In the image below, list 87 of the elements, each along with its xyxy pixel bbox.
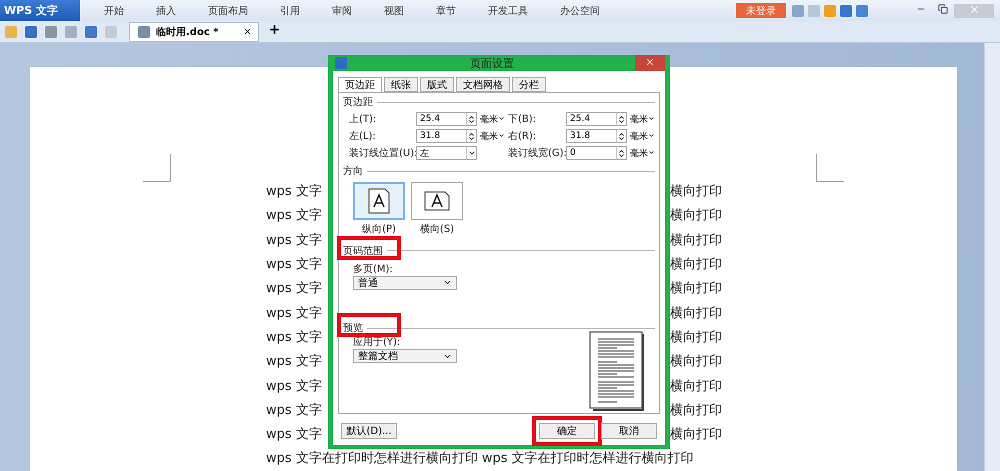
menu-item[interactable]: 章节 <box>422 4 470 18</box>
dialog-tab[interactable]: 版式 <box>420 77 454 92</box>
menu-item[interactable]: 开始 <box>90 4 138 18</box>
orientation-label: 横向(S) <box>420 222 454 236</box>
document-text: 横向打印 <box>670 378 722 395</box>
field-label: 装订线位置(U): <box>349 146 416 160</box>
close-icon[interactable] <box>243 27 252 36</box>
select-field[interactable]: 整篇文档 <box>353 349 457 363</box>
document-text: wps 文字 <box>266 256 322 274</box>
menu-item[interactable]: 审阅 <box>318 4 366 18</box>
select-field[interactable]: 普通 <box>353 276 457 290</box>
document-text: wps 文字 <box>266 280 322 298</box>
document-text: wps 文字 <box>266 353 322 370</box>
section-title: 方向 <box>343 164 363 178</box>
unit-dropdown[interactable]: 毫米 <box>477 130 508 142</box>
document-text: 横向打印 <box>670 328 722 346</box>
menu-item[interactable]: 插入 <box>142 4 190 18</box>
ok-button[interactable]: 确定 <box>539 423 595 439</box>
dialog-tab[interactable]: 文档网格 <box>456 77 510 92</box>
document-text: wps 文字 <box>266 304 322 322</box>
orientation-button[interactable] <box>353 182 405 220</box>
document-text: wps 文字 <box>266 207 322 224</box>
close-icon <box>645 56 655 66</box>
plus-icon[interactable] <box>268 23 280 36</box>
unit-dropdown[interactable]: 毫米 <box>627 112 655 126</box>
document-text: wps 文字 <box>266 378 322 395</box>
spin-field[interactable]: 0 <box>566 146 627 160</box>
spinner-arrows-icon[interactable] <box>617 148 626 158</box>
app-menu-button[interactable]: WPS 文字 <box>0 0 80 21</box>
menu-item[interactable]: 视图 <box>370 4 418 18</box>
select-field[interactable]: 左 <box>416 146 477 160</box>
dialog-tab[interactable]: 分栏 <box>512 77 546 92</box>
section-title: 预览 <box>343 322 363 335</box>
document-tab[interactable]: 临时用.doc * <box>129 22 259 42</box>
spin-field[interactable]: 31.8 <box>566 129 627 143</box>
document-text: 横向打印 <box>670 207 722 224</box>
unit-dropdown[interactable]: 毫米 <box>477 112 508 126</box>
close-icon <box>968 4 980 14</box>
menu-item[interactable]: 引用 <box>266 4 314 18</box>
menu-item[interactable]: 开发工具 <box>474 4 542 18</box>
spin-field[interactable]: 25.4 <box>416 112 477 126</box>
spin-field[interactable]: 25.4 <box>566 112 627 126</box>
margin-corner-mark <box>816 154 844 182</box>
spinner-arrows-icon[interactable] <box>617 114 626 124</box>
unit-dropdown[interactable]: 毫米 <box>627 146 655 160</box>
field-label: 多页(M): <box>352 262 394 276</box>
document-text: wps 文字 <box>266 328 322 346</box>
field-label: 装订线宽(G): <box>508 146 566 160</box>
document-text: 横向打印 <box>670 426 722 444</box>
menu-item[interactable]: 页面布局 <box>194 4 262 18</box>
field-label: 应用于(Y): <box>352 336 402 349</box>
scrollbar[interactable] <box>984 43 1000 471</box>
document-text: wps 文字 <box>266 402 322 419</box>
document-text: 横向打印 <box>670 280 722 298</box>
spin-field[interactable]: 31.8 <box>416 129 477 143</box>
portrait-page-icon <box>366 188 392 214</box>
document-text: 横向打印 <box>670 304 722 322</box>
document-text: 横向打印 <box>670 232 722 249</box>
dialog-tab[interactable]: 纸张 <box>384 77 418 92</box>
default-button[interactable]: 默认(D)... <box>341 423 397 439</box>
section-title: 页码范围 <box>343 244 383 258</box>
spinner-arrows-icon[interactable] <box>617 132 626 140</box>
unit-dropdown[interactable]: 毫米 <box>627 130 655 142</box>
section-title: 页边距 <box>343 96 373 109</box>
restore-icon[interactable] <box>938 4 948 14</box>
spinner-arrows-icon[interactable] <box>467 114 476 124</box>
margin-corner-mark <box>143 154 171 182</box>
document-text: 横向打印 <box>670 183 722 200</box>
orientation-label: 纵向(P) <box>362 223 396 236</box>
field-label: 下(B): <box>508 113 538 126</box>
dialog-title: 页面设置 <box>469 56 515 70</box>
spinner-arrows-icon[interactable] <box>467 132 476 140</box>
document-text: wps 文字在打印时怎样进行横向打印 wps 文字在打印时怎样进行横向打印 <box>266 450 694 468</box>
field-label: 左(L): <box>349 130 377 143</box>
document-text: wps 文字 <box>266 232 322 249</box>
field-label: 上(T): <box>349 112 378 126</box>
close-button[interactable] <box>635 55 665 71</box>
orientation-button[interactable] <box>411 182 463 220</box>
document-text: 横向打印 <box>670 402 722 419</box>
document-text: 横向打印 <box>670 256 722 274</box>
dialog-tab[interactable]: 页边距 <box>338 77 382 92</box>
menu-item[interactable]: 办公空间 <box>546 4 614 18</box>
document-text: 横向打印 <box>670 353 722 370</box>
field-label: 右(R): <box>508 130 538 143</box>
document-text: wps 文字 <box>266 426 322 444</box>
document-text: wps 文字 <box>266 183 322 200</box>
cancel-button[interactable]: 取消 <box>601 423 657 439</box>
